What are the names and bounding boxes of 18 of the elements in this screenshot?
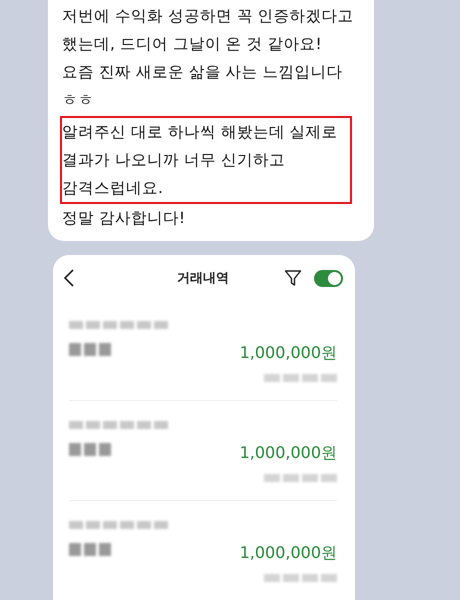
message-line: 요즘 진짜 새로운 삶을 사는 느낌입니다 (62, 62, 343, 83)
blurred-text (69, 343, 111, 356)
message-line: 정말 감사합니다! (62, 208, 186, 229)
message-line: 결과가 나오니까 너무 신기하고 (62, 150, 285, 171)
back-icon[interactable] (63, 268, 75, 288)
toggle-switch[interactable] (314, 270, 343, 286)
screen-title: 거래내역 (177, 270, 229, 287)
message-line: 알려주신 대로 하나씩 해봤는데 실제로 (62, 122, 338, 143)
message-line: 감격스럽네요. (62, 178, 163, 199)
amount: 1,000,000원 (240, 543, 337, 564)
message-line: 저번에 수익화 성공하면 꼭 인증하겠다고 (62, 6, 354, 27)
amount: 1,000,000원 (240, 343, 337, 364)
message-line: 했는데, 드디어 그날이 온 것 같아요! (62, 34, 322, 55)
blurred-text (69, 543, 111, 556)
amount: 1,000,000원 (240, 443, 337, 464)
filter-icon[interactable] (284, 269, 302, 287)
message-line: ㅎㅎ (62, 90, 94, 111)
blurred-text (69, 443, 111, 456)
